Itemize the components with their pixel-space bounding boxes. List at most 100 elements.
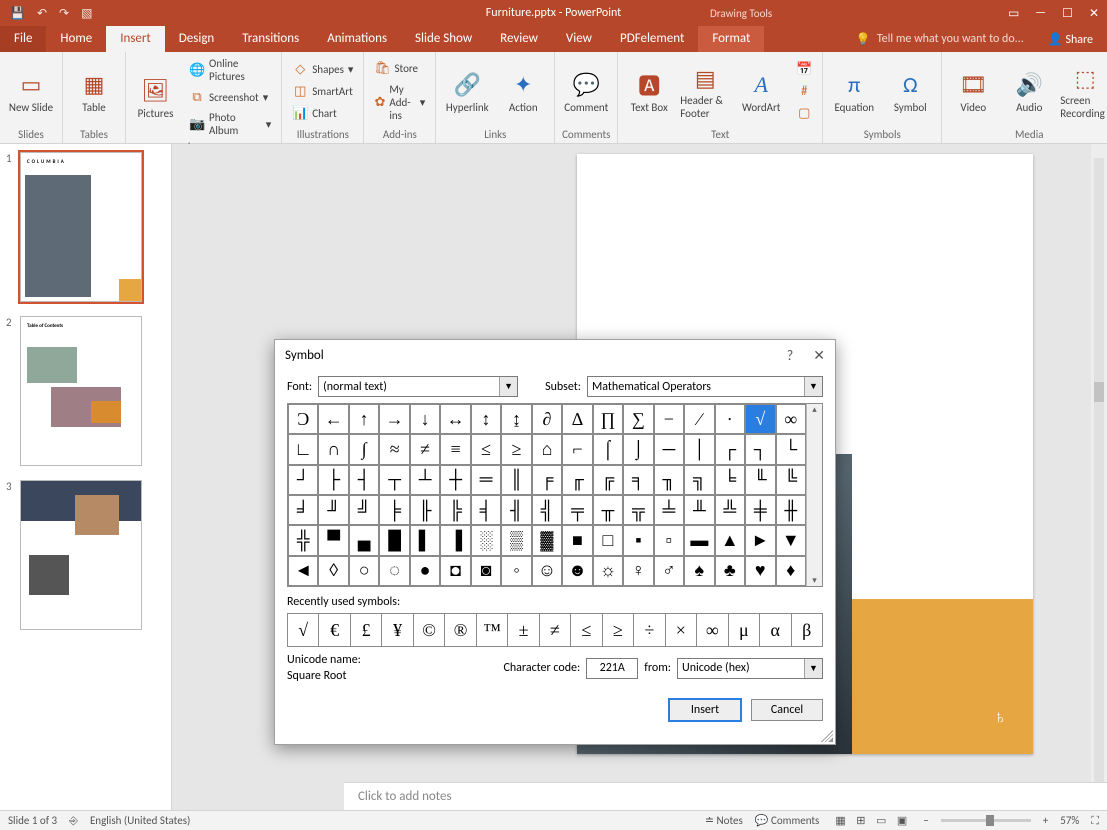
symbol-cell[interactable]: ╢ (501, 495, 531, 525)
symbol-cell[interactable]: ╠ (440, 495, 470, 525)
symbol-cell[interactable]: ╞ (379, 495, 409, 525)
symbol-cell[interactable]: ╒ (532, 465, 562, 495)
symbol-cell[interactable]: █ (379, 525, 409, 555)
symbol-cell[interactable]: │ (684, 434, 714, 464)
symbol-cell[interactable]: ─ (654, 434, 684, 464)
symbol-cell[interactable]: ╖ (654, 465, 684, 495)
symbol-cell[interactable]: ⌐ (562, 434, 592, 464)
symbol-cell[interactable]: ╦ (623, 495, 653, 525)
symbol-cell[interactable]: ♦ (776, 556, 806, 586)
symbol-cell[interactable]: ┤ (349, 465, 379, 495)
my-addins-button[interactable]: ✿My Add-ins ▾ (370, 82, 429, 123)
symbol-cell[interactable]: ╩ (715, 495, 745, 525)
grid-scrollbar[interactable]: ▴▾ (806, 404, 822, 586)
symbol-cell[interactable]: ▄ (349, 525, 379, 555)
symbol-cell[interactable]: ∫ (349, 434, 379, 464)
symbol-cell[interactable]: ← (318, 404, 348, 434)
symbol-cell[interactable]: ▫ (654, 525, 684, 555)
recent-symbol-cell[interactable]: ± (508, 614, 539, 646)
symbol-cell[interactable]: ╟ (410, 495, 440, 525)
recent-symbol-cell[interactable]: μ (729, 614, 760, 646)
recent-symbol-cell[interactable]: £ (351, 614, 382, 646)
symbol-cell[interactable]: ♂ (654, 556, 684, 586)
comment-button[interactable]: 💬Comment (561, 56, 611, 126)
symbol-cell[interactable]: ╤ (562, 495, 592, 525)
language-indicator[interactable]: English (United States) (90, 814, 190, 827)
symbol-cell[interactable]: ⌠ (593, 434, 623, 464)
symbol-cell[interactable]: ≈ (379, 434, 409, 464)
symbol-cell[interactable]: ► (745, 525, 775, 555)
dialog-close-icon[interactable]: ✕ (813, 347, 825, 364)
symbol-cell[interactable]: ☻ (562, 556, 592, 586)
tab-insert[interactable]: Insert (106, 26, 165, 52)
tab-transitions[interactable]: Transitions (228, 26, 313, 52)
undo-icon[interactable]: ↶ (37, 6, 47, 21)
symbol-cell[interactable]: ∟ (288, 434, 318, 464)
header-footer-button[interactable]: ▤Header & Footer (680, 56, 730, 126)
recent-symbol-cell[interactable]: α (760, 614, 791, 646)
shapes-button[interactable]: ◇Shapes ▾ (288, 60, 357, 78)
slide-counter[interactable]: Slide 1 of 3 (8, 814, 57, 827)
symbol-cell[interactable]: ┐ (745, 434, 775, 464)
symbol-cell[interactable]: ┘ (288, 465, 318, 495)
symbol-cell[interactable]: ▲ (715, 525, 745, 555)
symbol-cell[interactable]: ╝ (349, 495, 379, 525)
symbol-cell[interactable]: ╪ (745, 495, 775, 525)
symbol-cell[interactable]: ╘ (715, 465, 745, 495)
recent-symbol-cell[interactable]: ≥ (603, 614, 634, 646)
symbol-cell[interactable]: ░ (471, 525, 501, 555)
table-button[interactable]: ▦Table (69, 56, 119, 126)
ribbon-options-icon[interactable]: ▭ (1008, 6, 1019, 21)
subset-combo[interactable]: Mathematical Operators▼ (587, 376, 823, 397)
normal-view-icon[interactable]: ▦ (835, 814, 845, 827)
zoom-out-icon[interactable]: − (923, 814, 928, 827)
thumbnail-3[interactable]: 3 (6, 480, 165, 630)
save-icon[interactable]: 💾 (10, 6, 25, 21)
reading-view-icon[interactable]: ▭ (876, 814, 886, 827)
notes-toggle[interactable]: ≐ Notes (705, 814, 743, 827)
online-pictures-button[interactable]: 🌐Online Pictures (185, 56, 275, 84)
symbol-cell[interactable]: ┴ (410, 465, 440, 495)
symbol-cell[interactable]: ∕ (684, 404, 714, 434)
symbol-cell[interactable]: ▪ (623, 525, 653, 555)
symbol-cell[interactable]: ♠ (684, 556, 714, 586)
charcode-input[interactable] (586, 658, 638, 679)
insert-button[interactable]: Insert (669, 699, 741, 721)
symbol-cell[interactable]: ╣ (532, 495, 562, 525)
slide-number-button[interactable]: # (792, 82, 816, 100)
symbol-cell[interactable]: ═ (471, 465, 501, 495)
screenshot-button[interactable]: ⧉Screenshot ▾ (185, 88, 275, 106)
symbol-cell[interactable]: ⌂ (532, 434, 562, 464)
tab-file[interactable]: File (0, 26, 46, 52)
resize-handle[interactable] (821, 730, 833, 742)
symbol-cell[interactable]: ╧ (654, 495, 684, 525)
symbol-cell[interactable]: ▓ (532, 525, 562, 555)
recent-symbol-cell[interactable]: ≤ (571, 614, 602, 646)
font-combo[interactable]: (normal text)▼ (318, 376, 518, 397)
symbol-cell[interactable]: ∙ (715, 404, 745, 434)
symbol-cell[interactable]: ♀ (623, 556, 653, 586)
recent-symbol-cell[interactable]: © (414, 614, 445, 646)
symbol-cell[interactable]: ∂ (532, 404, 562, 434)
symbol-cell[interactable]: ┌ (715, 434, 745, 464)
symbol-cell[interactable]: ○ (349, 556, 379, 586)
recent-symbol-cell[interactable]: √ (288, 614, 319, 646)
symbol-cell[interactable]: → (379, 404, 409, 434)
symbol-cell[interactable]: □ (593, 525, 623, 555)
symbol-cell[interactable]: ┼ (440, 465, 470, 495)
symbol-cell[interactable]: ◄ (288, 556, 318, 586)
smartart-button[interactable]: ◫SmartArt (288, 82, 357, 100)
tab-slideshow[interactable]: Slide Show (401, 26, 486, 52)
equation-button[interactable]: πEquation (829, 56, 879, 126)
thumbnail-2[interactable]: 2 Table of Contents (6, 316, 165, 466)
symbol-cell[interactable]: ◊ (318, 556, 348, 586)
minimize-icon[interactable]: — (1035, 6, 1046, 21)
symbol-cell[interactable]: ● (410, 556, 440, 586)
symbol-cell[interactable]: ╬ (288, 525, 318, 555)
symbol-cell[interactable]: − (654, 404, 684, 434)
recent-symbol-cell[interactable]: × (666, 614, 697, 646)
symbol-cell[interactable]: ╫ (776, 495, 806, 525)
cancel-button[interactable]: Cancel (751, 699, 823, 721)
zoom-slider[interactable] (941, 819, 1031, 822)
tab-view[interactable]: View (552, 26, 606, 52)
